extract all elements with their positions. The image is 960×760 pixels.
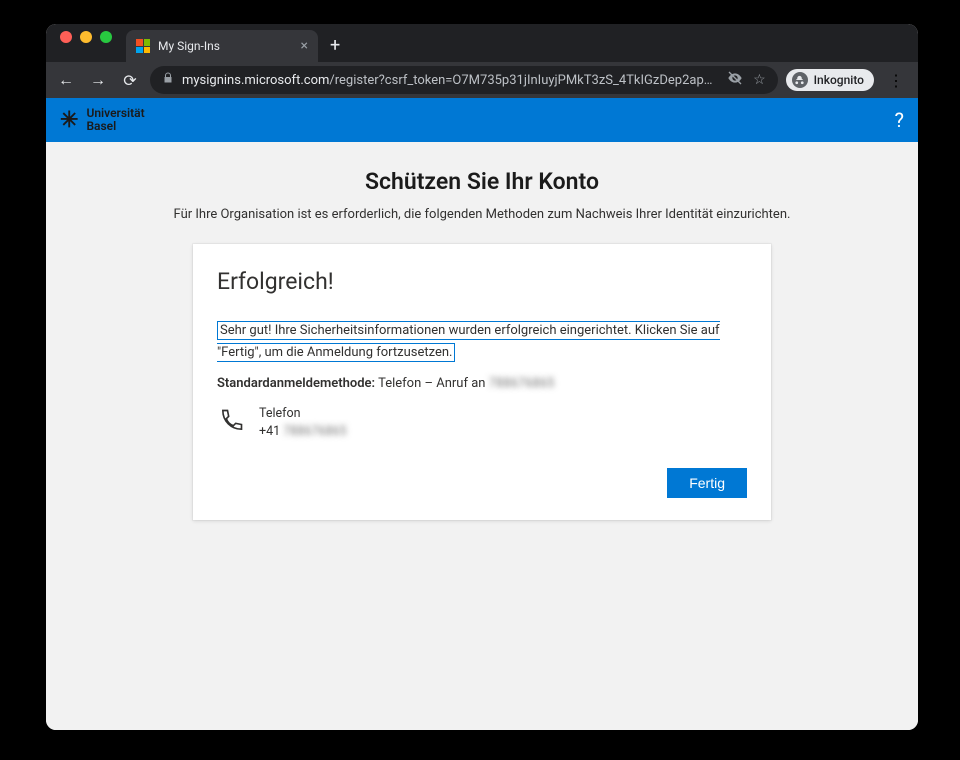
app-header: ✳ Universität Basel ? <box>46 98 918 142</box>
success-message: Sehr gut! Ihre Sicherheitsinformationen … <box>217 321 720 362</box>
phone-icon <box>217 407 245 439</box>
browser-tab[interactable]: My Sign-Ins × <box>126 30 318 62</box>
star-icon[interactable]: ☆ <box>753 72 766 88</box>
window-controls <box>46 31 112 55</box>
minimize-window-button[interactable] <box>80 31 92 43</box>
masked-number: 788676865 <box>489 376 555 391</box>
incognito-badge[interactable]: Inkognito <box>786 69 874 91</box>
browser-window: My Sign-Ins × + ← → ⟳ mysignins.microsof… <box>46 24 918 730</box>
method-text: Telefon +41 788676865 <box>259 405 346 440</box>
method-row: Telefon +41 788676865 <box>217 405 747 440</box>
page-subtitle: Für Ihre Organisation ist es erforderlic… <box>174 207 791 222</box>
org-logo[interactable]: ✳ Universität Basel <box>60 107 145 132</box>
reload-button[interactable]: ⟳ <box>118 68 142 92</box>
org-name: Universität Basel <box>86 107 144 132</box>
page-title: Schützen Sie Ihr Konto <box>365 168 599 195</box>
url-text: mysignins.microsoft.com/register?csrf_to… <box>182 73 719 88</box>
browser-toolbar: ← → ⟳ mysignins.microsoft.com/register?c… <box>46 62 918 98</box>
page-viewport: ✳ Universität Basel ? Schützen Sie Ihr K… <box>46 98 918 730</box>
default-method-label: Standardanmeldemethode: <box>217 376 375 391</box>
forward-button[interactable]: → <box>86 68 110 92</box>
incognito-icon <box>792 72 808 88</box>
tab-title: My Sign-Ins <box>158 39 293 53</box>
button-row: Fertig <box>217 468 747 498</box>
close-tab-icon[interactable]: × <box>301 38 308 54</box>
org-logo-icon: ✳ <box>60 108 78 133</box>
microsoft-logo-icon <box>136 39 150 53</box>
back-button[interactable]: ← <box>54 68 78 92</box>
new-tab-button[interactable]: + <box>318 35 352 62</box>
help-icon[interactable]: ? <box>895 108 904 132</box>
titlebar: My Sign-Ins × + <box>46 24 918 62</box>
default-method-line: Standardanmeldemethode: Telefon – Anruf … <box>217 376 747 391</box>
address-bar[interactable]: mysignins.microsoft.com/register?csrf_to… <box>150 66 778 94</box>
maximize-window-button[interactable] <box>100 31 112 43</box>
eye-off-icon[interactable] <box>727 70 743 90</box>
page-content: Schützen Sie Ihr Konto Für Ihre Organisa… <box>46 142 918 520</box>
browser-menu-button[interactable]: ⋮ <box>882 71 910 90</box>
success-card: Erfolgreich! Sehr gut! Ihre Sicherheitsi… <box>193 244 771 520</box>
default-method-value: Telefon – Anruf an <box>378 376 489 391</box>
card-title: Erfolgreich! <box>217 268 747 295</box>
incognito-label: Inkognito <box>814 73 864 87</box>
lock-icon <box>162 72 174 88</box>
method-prefix: +41 <box>259 424 283 439</box>
done-button[interactable]: Fertig <box>667 468 747 498</box>
close-window-button[interactable] <box>60 31 72 43</box>
method-title: Telefon <box>259 405 346 423</box>
method-masked: 788676865 <box>283 424 346 439</box>
